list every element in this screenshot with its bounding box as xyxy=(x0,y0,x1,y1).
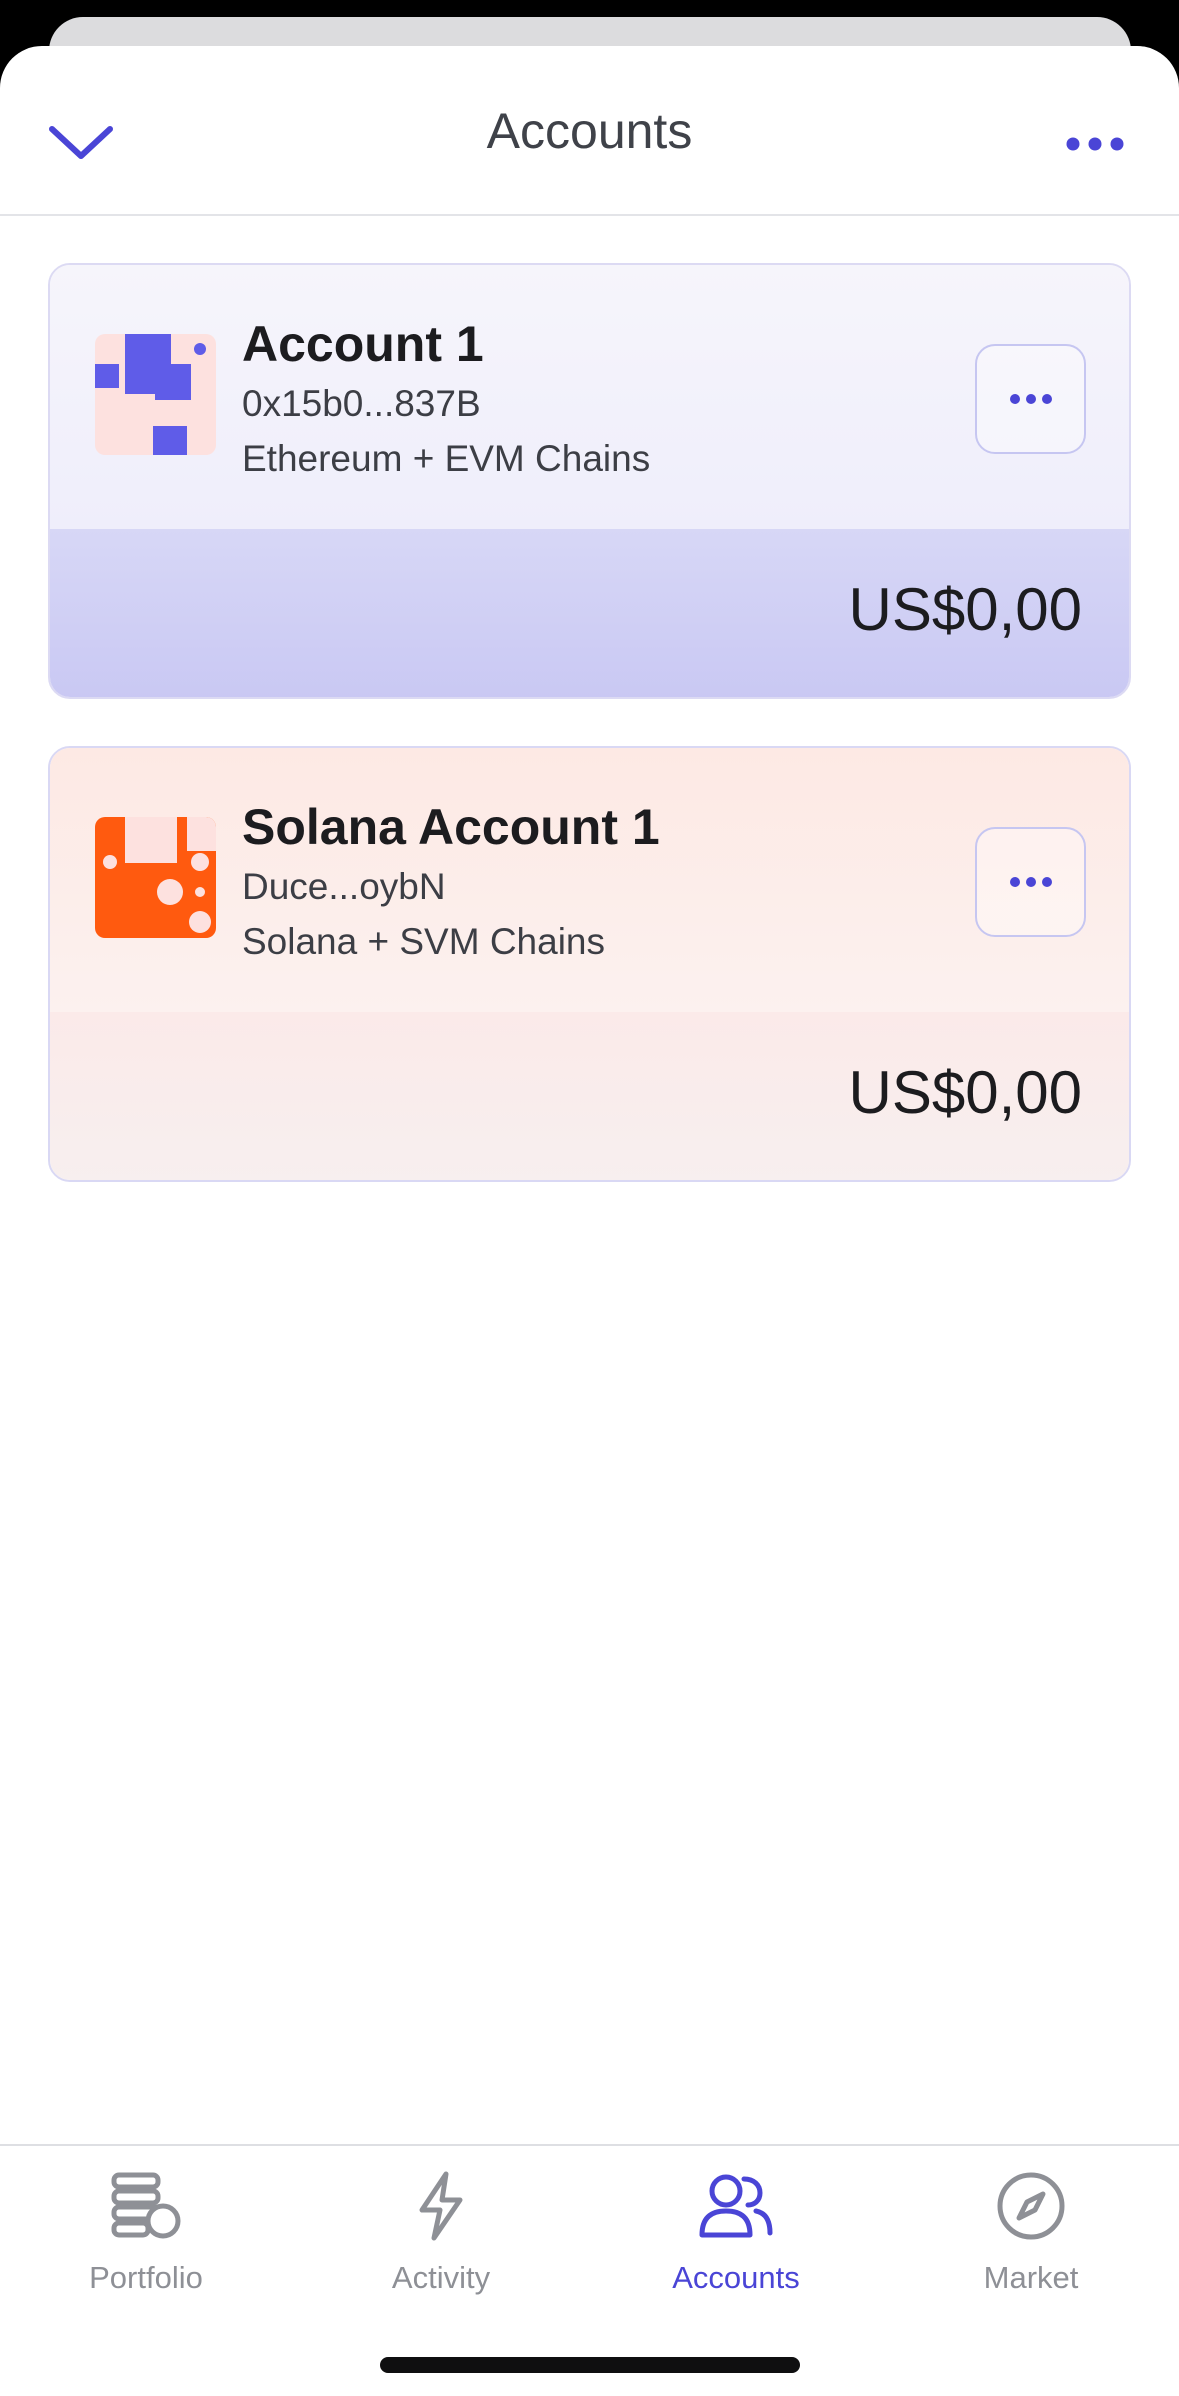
page-title: Accounts xyxy=(486,103,693,159)
more-horizontal-icon xyxy=(1009,394,1052,404)
account-card-solana[interactable]: Solana Account 1 Duce...oybN Solana + SV… xyxy=(48,746,1131,1182)
account-address: 0x15b0...837B xyxy=(242,383,481,424)
home-indicator[interactable] xyxy=(380,2357,800,2373)
tab-label: Activity xyxy=(391,2260,491,2295)
account-options-button[interactable] xyxy=(975,827,1086,937)
account-name: Solana Account 1 xyxy=(242,799,660,855)
more-horizontal-icon xyxy=(1066,137,1124,151)
account-chains: Solana + SVM Chains xyxy=(242,921,606,962)
tab-market[interactable]: Market xyxy=(921,2146,1141,2306)
more-horizontal-icon xyxy=(1009,877,1052,887)
tab-portfolio[interactable]: Portfolio xyxy=(36,2146,256,2306)
tab-accounts[interactable]: Accounts xyxy=(626,2146,846,2306)
portfolio-icon xyxy=(106,2166,186,2246)
account-options-button[interactable] xyxy=(975,344,1086,454)
tab-label: Accounts xyxy=(672,2260,800,2295)
sheet-header: Accounts xyxy=(0,46,1179,216)
users-icon xyxy=(696,2166,776,2246)
account-avatar xyxy=(95,817,216,938)
account-chains: Ethereum + EVM Chains xyxy=(242,438,651,479)
account-address: Duce...oybN xyxy=(242,866,446,907)
lightning-icon xyxy=(401,2166,481,2246)
account-balance: US$0,00 xyxy=(848,1059,1083,1126)
tab-label: Portfolio xyxy=(89,2260,203,2295)
account-card-evm[interactable]: Account 1 0x15b0...837B Ethereum + EVM C… xyxy=(48,263,1131,699)
header-more-button[interactable] xyxy=(1058,122,1132,166)
account-name: Account 1 xyxy=(242,316,484,372)
tab-activity[interactable]: Activity xyxy=(331,2146,551,2306)
accounts-sheet: Accounts Account 1 0x15b0...837B Ethereu… xyxy=(0,46,1179,2396)
tab-label: Market xyxy=(983,2260,1079,2295)
account-avatar xyxy=(95,334,216,455)
compass-icon xyxy=(991,2166,1071,2246)
account-balance: US$0,00 xyxy=(848,576,1083,643)
